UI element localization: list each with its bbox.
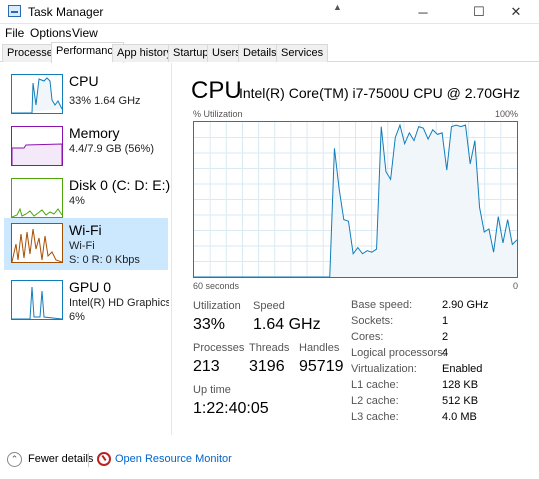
graph-y-max: 100% xyxy=(494,109,518,119)
graph-y-min: 0 xyxy=(512,281,518,291)
uptime-value: 1:22:40:05 xyxy=(193,400,269,417)
sidebar-item-memory[interactable]: Memory 4.4/7.9 GB (56%) xyxy=(4,121,168,173)
processes-label: Processes xyxy=(193,342,245,354)
spec-label: L1 cache: xyxy=(351,379,399,391)
sidebar-gpu-model: Intel(R) HD Graphics 62 xyxy=(69,297,169,309)
spec-value: 2 xyxy=(442,331,449,343)
cpu-detail-panel: CPU Intel(R) Core(TM) i7-7500U CPU @ 2.7… xyxy=(180,63,530,435)
close-button[interactable]: ✕ xyxy=(493,0,539,24)
processes-value: 213 xyxy=(193,358,220,375)
cpu-thumbnail xyxy=(11,74,63,114)
panel-title: CPU xyxy=(191,77,242,104)
utilization-label: Utilization xyxy=(193,300,241,312)
sidebar-cpu-detail: 33% 1.64 GHz xyxy=(69,95,141,107)
menu-file[interactable]: File xyxy=(5,26,24,40)
utilization-value: 33% xyxy=(193,316,226,333)
chevron-up-icon[interactable]: ⌃ xyxy=(7,452,22,467)
tab-services[interactable]: Services xyxy=(276,44,329,62)
spec-label: Logical processors: xyxy=(351,347,446,359)
window-title: Task Manager xyxy=(28,5,104,19)
mouse-cursor-icon: ▲ xyxy=(333,2,342,12)
open-resource-monitor-link[interactable]: Open Resource Monitor xyxy=(115,453,232,465)
sidebar-item-gpu[interactable]: GPU 0 Intel(R) HD Graphics 62 6% xyxy=(4,275,169,327)
sidebar-gpu-usage: 6% xyxy=(69,311,85,323)
spec-label: Cores: xyxy=(351,331,384,343)
resource-monitor-icon[interactable] xyxy=(97,452,111,466)
threads-value: 3196 xyxy=(249,358,285,375)
menu-options[interactable]: Options xyxy=(30,26,71,40)
sidebar-wifi-detail: Wi-Fi xyxy=(69,240,95,252)
spec-value: Enabled xyxy=(442,363,483,375)
spec-label: Virtualization: xyxy=(351,363,417,375)
menu-view[interactable]: View xyxy=(72,26,98,40)
task-manager-icon xyxy=(8,5,21,17)
uptime-label: Up time xyxy=(193,384,231,396)
speed-label: Speed xyxy=(253,300,285,312)
graph-y-label: % Utilization xyxy=(193,109,243,119)
spec-value: 1 xyxy=(442,315,449,327)
sidebar-gpu-label: GPU 0 xyxy=(69,279,112,295)
footer-divider xyxy=(88,453,89,467)
wifi-thumbnail xyxy=(11,223,63,263)
sidebar-wifi-throughput: S: 0 R: 0 Kbps xyxy=(69,254,140,266)
sidebar-cpu-label: CPU xyxy=(69,73,99,89)
spec-value: 4.0 MB xyxy=(442,411,477,423)
cpu-graph-canvas xyxy=(194,122,517,277)
spec-label: L3 cache: xyxy=(351,411,399,423)
sidebar-disk-detail: 4% xyxy=(69,195,85,207)
sidebar-wifi-label: Wi-Fi xyxy=(69,222,102,238)
sidebar-item-wifi[interactable]: Wi-Fi Wi-Fi S: 0 R: 0 Kbps xyxy=(4,218,168,270)
threads-label: Threads xyxy=(249,342,290,354)
speed-value: 1.64 GHz xyxy=(253,316,321,333)
sidebar-disk-label: Disk 0 (C: D: E:) xyxy=(69,177,171,193)
gpu-thumbnail xyxy=(11,280,63,320)
spec-label: L2 cache: xyxy=(351,395,399,407)
tab-bar: Processes Performance App history Startu… xyxy=(0,42,539,63)
menu-bar: File Options View xyxy=(0,24,539,42)
spec-value: 2.90 GHz xyxy=(442,299,489,311)
spec-label: Base speed: xyxy=(351,299,413,311)
spec-value: 512 KB xyxy=(442,395,479,407)
minimize-button[interactable]: ─ xyxy=(400,0,446,24)
sidebar-memory-label: Memory xyxy=(69,125,120,141)
memory-thumbnail xyxy=(11,126,63,166)
graph-time-span: 60 seconds xyxy=(193,281,240,291)
resource-list: CPU 33% 1.64 GHz Memory 4.4/7.9 GB (56%)… xyxy=(0,63,172,435)
handles-label: Handles xyxy=(299,342,340,354)
footer: ⌃ Fewer details Open Resource Monitor xyxy=(0,446,539,474)
fewer-details-link[interactable]: Fewer details xyxy=(28,453,93,465)
sidebar-memory-detail: 4.4/7.9 GB (56%) xyxy=(69,143,154,155)
title-bar: Task Manager ▲ ─ ☐ ✕ xyxy=(0,0,539,24)
handles-value: 95719 xyxy=(299,358,344,375)
spec-value: 128 KB xyxy=(442,379,479,391)
cpu-utilization-graph xyxy=(193,121,518,278)
sidebar-item-cpu[interactable]: CPU 33% 1.64 GHz xyxy=(4,69,168,121)
disk-thumbnail xyxy=(11,178,63,218)
cpu-model: Intel(R) Core(TM) i7-7500U CPU @ 2.70GHz xyxy=(238,85,520,101)
spec-label: Sockets: xyxy=(351,315,394,327)
spec-value: 4 xyxy=(442,347,449,359)
